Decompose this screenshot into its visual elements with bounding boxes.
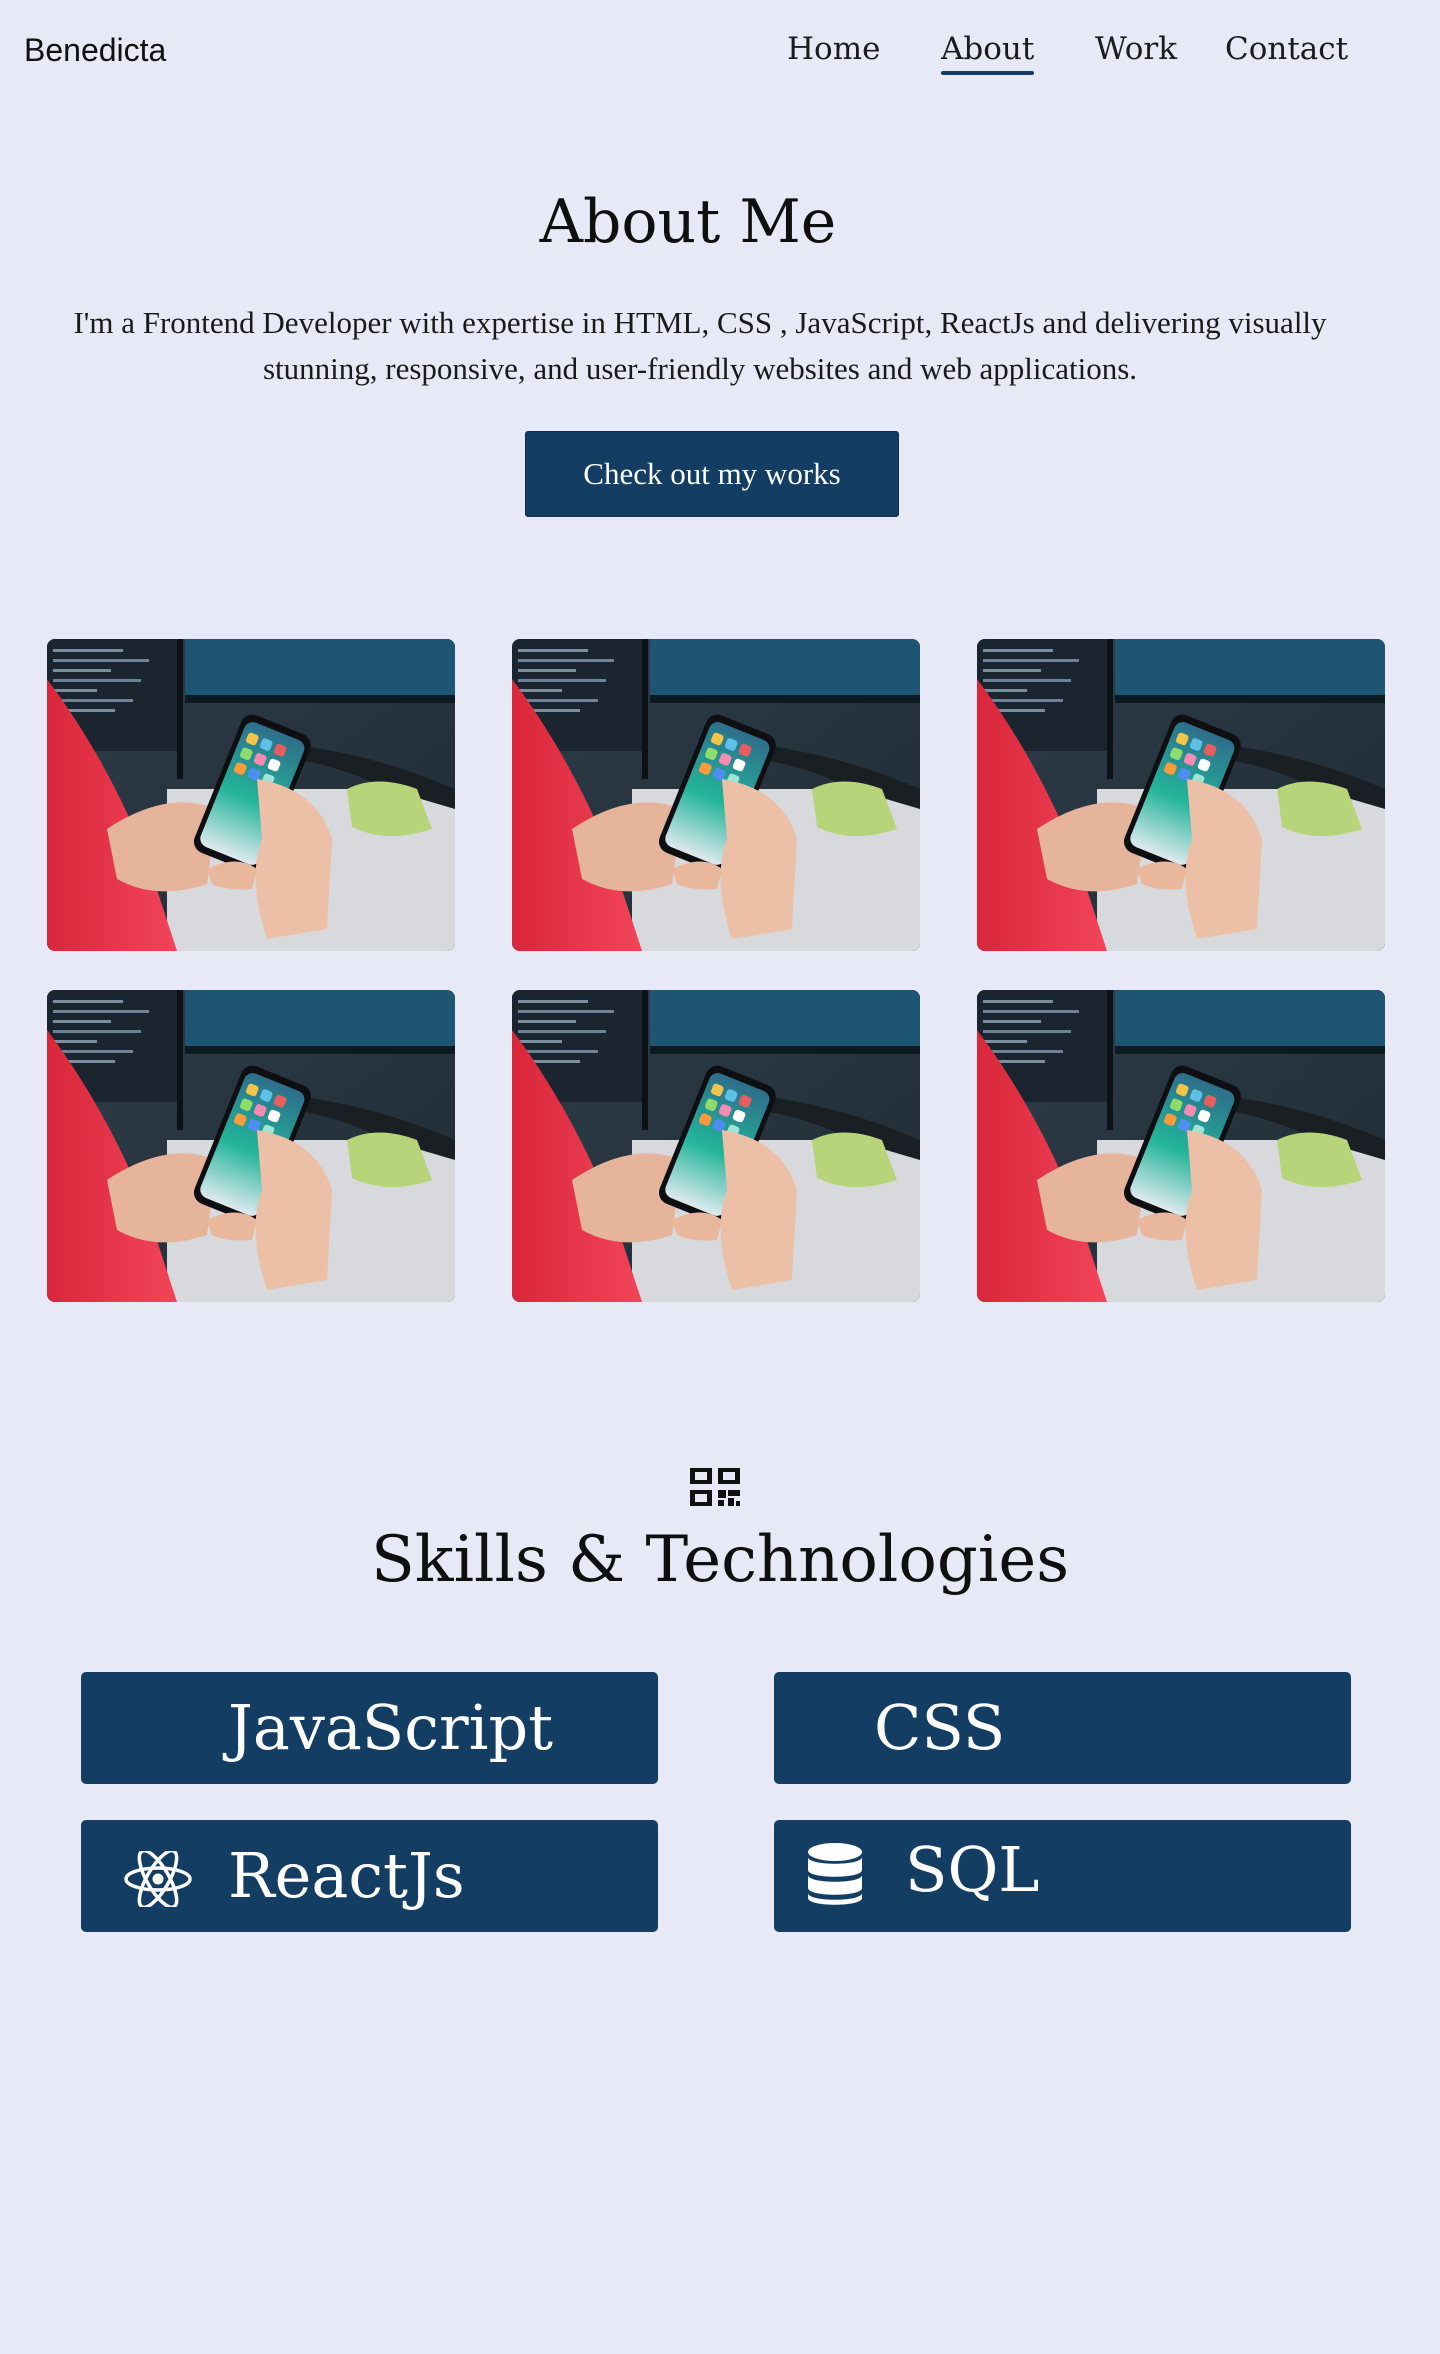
hands-holding-smartphone-photo [47,990,455,1302]
skill-card-reactjs[interactable]: ReactJs [81,1820,658,1932]
code-line [518,1030,606,1033]
code-line [518,669,576,672]
skill-label: SQL [905,1833,1040,1906]
skills-title: Skills & Technologies [370,1523,1070,1597]
code-line [518,1000,588,1003]
react-atom-icon [124,1851,192,1907]
skill-label: JavaScript [228,1691,554,1764]
nav-link-home[interactable]: Home [787,29,880,69]
hands-holding-smartphone-photo [512,990,920,1302]
skill-label: CSS [874,1691,1006,1764]
code-line [983,699,1063,702]
code-line [53,1050,133,1053]
code-line [53,679,141,682]
gallery-image[interactable] [512,990,920,1302]
database-icon [808,1843,862,1905]
monitor-right [1115,990,1385,1048]
navbar: Benedicta Home About Work Contact [0,0,1440,100]
monitor-right [1115,639,1385,697]
code-line [983,1040,1027,1043]
monitor-stand [1107,990,1113,1130]
about-description: I'm a Frontend Developer with expertise … [73,305,1327,386]
code-line [53,1010,149,1013]
code-line [518,649,588,652]
skill-card-javascript[interactable]: JavaScript [81,1672,658,1784]
hands-holding-smartphone-photo [977,990,1385,1302]
check-out-works-button[interactable]: Check out my works [525,431,899,517]
qr-code-icon [690,1468,740,1506]
code-line [983,1010,1079,1013]
nav-link-work[interactable]: Work [1095,29,1177,69]
gallery-image[interactable] [977,990,1385,1302]
code-line [53,699,133,702]
monitor-right [185,639,455,697]
code-line [53,1040,97,1043]
code-line [518,689,562,692]
skill-card-css[interactable]: CSS [774,1672,1351,1784]
monitor-right [185,990,455,1048]
about-title: About Me [539,187,837,257]
monitor-bezel [650,1046,920,1054]
code-line [518,699,598,702]
monitor-bezel [185,1046,455,1054]
hands-holding-smartphone-photo [977,639,1385,951]
code-line [983,689,1027,692]
code-line [518,659,614,662]
monitor-bezel [185,695,455,703]
code-line [983,679,1071,682]
code-line [53,649,123,652]
code-line [983,1000,1053,1003]
hands-holding-smartphone-photo [47,639,455,951]
brand-logo-text[interactable]: Benedicta [24,30,166,70]
code-line [983,669,1041,672]
code-line [53,1000,123,1003]
monitor-bezel [650,695,920,703]
monitor-stand [177,990,183,1130]
nav-link-contact[interactable]: Contact [1225,29,1348,69]
code-line [983,649,1053,652]
code-line [983,1020,1041,1023]
code-line [53,659,149,662]
monitor-right [650,639,920,697]
code-line [53,1020,111,1023]
code-line [983,1050,1063,1053]
monitor-stand [642,990,648,1130]
monitor-stand [1107,639,1113,779]
code-line [518,1010,614,1013]
monitor-stand [177,639,183,779]
code-line [518,1020,576,1023]
code-line [53,669,111,672]
code-line [53,1030,141,1033]
gallery-image[interactable] [47,990,455,1302]
gallery-image[interactable] [977,639,1385,951]
monitor-bezel [1115,695,1385,703]
hands-holding-smartphone-photo [512,639,920,951]
skill-card-sql[interactable]: SQL [774,1820,1351,1932]
code-line [53,689,97,692]
monitor-bezel [1115,1046,1385,1054]
monitor-stand [642,639,648,779]
gallery-image[interactable] [512,639,920,951]
monitor-right [650,990,920,1048]
code-line [518,679,606,682]
skill-label: ReactJs [228,1839,465,1912]
code-line [983,659,1079,662]
gallery-image[interactable] [47,639,455,951]
code-line [983,1030,1071,1033]
code-line [518,1040,562,1043]
code-line [518,1050,598,1053]
nav-link-about[interactable]: About [941,29,1035,75]
